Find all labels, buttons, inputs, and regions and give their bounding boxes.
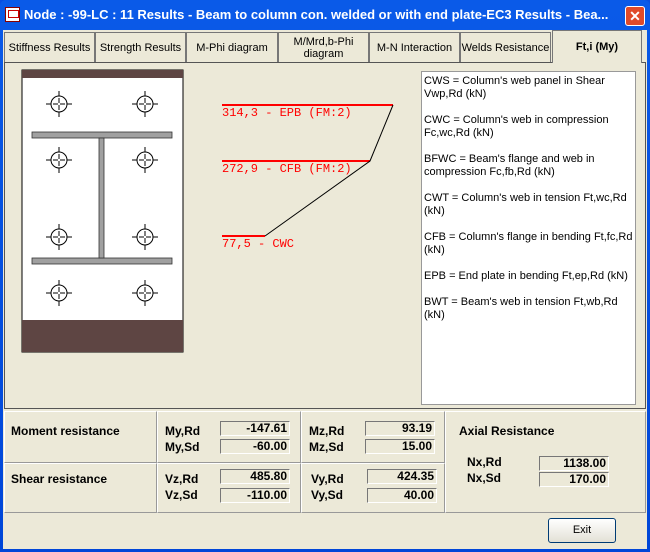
- nx-sd-field: 170.00: [539, 472, 609, 487]
- vz-rd-label: Vz,Rd: [165, 472, 199, 486]
- column-top: [22, 70, 183, 78]
- exit-button[interactable]: Exit: [548, 518, 616, 543]
- vz-sd-field: -110.00: [220, 488, 290, 503]
- mz-rd-field: 93.19: [365, 421, 435, 436]
- shear-title: Shear resistance: [11, 472, 108, 486]
- axial-title: Axial Resistance: [459, 424, 555, 438]
- shear-section: [4, 463, 157, 513]
- legend-text-box[interactable]: CWS = Column's web panel in Shear Vwp,Rd…: [421, 71, 636, 405]
- mz-sd-field: 15.00: [365, 439, 435, 454]
- legend-item: CWT = Column's web in tension Ft,wc,Rd (…: [424, 192, 627, 217]
- legend-item: CWS = Column's web panel in Shear Vwp,Rd…: [424, 75, 605, 100]
- mz-sd-label: Mz,Sd: [309, 440, 344, 454]
- tab-ft-my[interactable]: Ft,i (My): [552, 30, 642, 63]
- my-rd-label: My,Rd: [165, 424, 201, 438]
- vy-sd-label: Vy,Sd: [311, 488, 344, 502]
- my-rd-field: -147.61: [220, 421, 290, 436]
- legend-item: EPB = End plate in bending Ft,ep,Rd (kN): [424, 270, 628, 282]
- force-level-label: 272,9 - CFB (FM:2): [222, 162, 352, 176]
- legend-item: BFWC = Beam's flange and web in compress…: [424, 153, 595, 178]
- force-level-label: 77,5 - CWC: [222, 237, 294, 251]
- vz-sd-label: Vz,Sd: [165, 488, 198, 502]
- upper-flange: [31, 131, 173, 139]
- my-sd-field: -60.00: [220, 439, 290, 454]
- nx-rd-field: 1138.00: [539, 456, 609, 471]
- nx-sd-label: Nx,Sd: [467, 471, 502, 485]
- legend-item: CFB = Column's flange in bending Ft,fc,R…: [424, 231, 633, 256]
- my-sd-label: My,Sd: [165, 440, 200, 454]
- vz-rd-field: 485.80: [220, 469, 290, 484]
- vy-rd-field: 424.35: [367, 469, 437, 484]
- legend-item: BWT = Beam's web in tension Ft,wb,Rd (kN…: [424, 296, 618, 321]
- column-bottom: [22, 320, 183, 352]
- vy-rd-label: Vy,Rd: [311, 472, 344, 486]
- legend-item: CWC = Column's web in compression Fc,wc,…: [424, 114, 609, 139]
- force-level-label: 314,3 - EPB (FM:2): [222, 106, 352, 120]
- vy-sd-field: 40.00: [367, 488, 437, 503]
- beam-web: [98, 137, 105, 259]
- moment-title: Moment resistance: [11, 424, 120, 438]
- mz-rd-label: Mz,Rd: [309, 424, 345, 438]
- lower-flange: [31, 257, 173, 265]
- nx-rd-label: Nx,Rd: [467, 455, 502, 469]
